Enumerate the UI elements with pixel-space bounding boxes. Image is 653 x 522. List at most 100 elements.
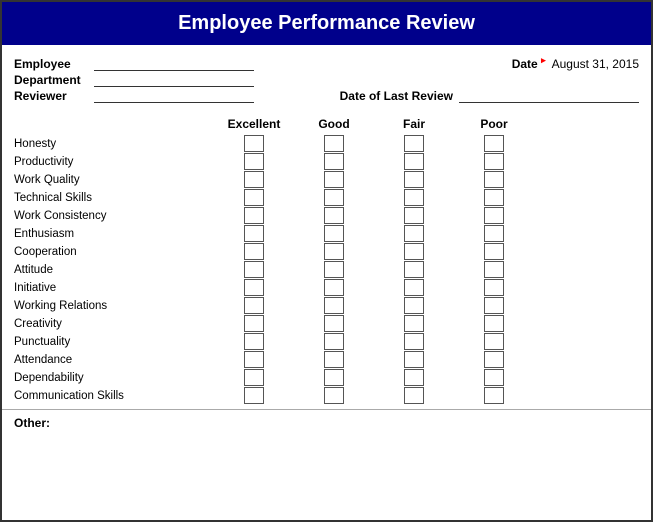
last-review-input[interactable] bbox=[459, 89, 639, 103]
rating-checkbox[interactable] bbox=[244, 189, 264, 206]
rating-checkbox[interactable] bbox=[484, 207, 504, 224]
rating-checkbox[interactable] bbox=[404, 279, 424, 296]
rating-checkbox[interactable] bbox=[484, 189, 504, 206]
rating-checkbox[interactable] bbox=[244, 135, 264, 152]
good-column bbox=[294, 135, 374, 405]
col-good: Good bbox=[294, 117, 374, 131]
col-poor: Poor bbox=[454, 117, 534, 131]
criteria-item: Technical Skills bbox=[14, 189, 214, 207]
form-section: Employee Date ▸ August 31, 2015 Departme… bbox=[2, 45, 651, 109]
rating-checkbox[interactable] bbox=[244, 243, 264, 260]
rating-checkbox[interactable] bbox=[244, 297, 264, 314]
rating-checkbox[interactable] bbox=[484, 315, 504, 332]
date-anchor: ▸ bbox=[541, 55, 546, 65]
rating-checkbox[interactable] bbox=[324, 261, 344, 278]
rating-checkbox[interactable] bbox=[484, 225, 504, 242]
criteria-item: Communication Skills bbox=[14, 387, 214, 405]
rating-checkbox[interactable] bbox=[324, 153, 344, 170]
criteria-item: Punctuality bbox=[14, 333, 214, 351]
reviewer-label: Reviewer bbox=[14, 89, 94, 103]
rating-checkbox[interactable] bbox=[484, 171, 504, 188]
rating-checkbox[interactable] bbox=[244, 207, 264, 224]
rating-checkbox[interactable] bbox=[404, 369, 424, 386]
ratings-header: Excellent Good Fair Poor bbox=[14, 117, 639, 131]
criteria-item: Working Relations bbox=[14, 297, 214, 315]
rating-checkbox[interactable] bbox=[404, 387, 424, 404]
rating-checkbox[interactable] bbox=[324, 315, 344, 332]
col-fair: Fair bbox=[374, 117, 454, 131]
rating-checkbox[interactable] bbox=[244, 279, 264, 296]
last-review-label: Date of Last Review bbox=[340, 89, 453, 103]
criteria-item: Dependability bbox=[14, 369, 214, 387]
rating-checkbox[interactable] bbox=[484, 153, 504, 170]
employee-input[interactable] bbox=[94, 57, 254, 71]
rating-checkbox[interactable] bbox=[324, 333, 344, 350]
rating-checkbox[interactable] bbox=[484, 351, 504, 368]
date-label: Date ▸ bbox=[512, 55, 546, 71]
rating-checkbox[interactable] bbox=[404, 153, 424, 170]
poor-column bbox=[454, 135, 534, 405]
rating-checkbox[interactable] bbox=[244, 225, 264, 242]
ratings-section: Excellent Good Fair Poor HonestyProducti… bbox=[2, 117, 651, 405]
rating-checkbox[interactable] bbox=[324, 387, 344, 404]
rating-checkbox[interactable] bbox=[324, 135, 344, 152]
rating-checkbox[interactable] bbox=[244, 369, 264, 386]
rating-checkbox[interactable] bbox=[324, 351, 344, 368]
rating-checkbox[interactable] bbox=[324, 207, 344, 224]
rating-checkbox[interactable] bbox=[404, 297, 424, 314]
rating-checkbox[interactable] bbox=[404, 315, 424, 332]
reviewer-input[interactable] bbox=[94, 89, 254, 103]
rating-checkbox[interactable] bbox=[404, 261, 424, 278]
rating-checkbox[interactable] bbox=[404, 351, 424, 368]
criteria-item: Attendance bbox=[14, 351, 214, 369]
rating-checkbox[interactable] bbox=[324, 279, 344, 296]
employee-label: Employee bbox=[14, 57, 94, 71]
rating-checkbox[interactable] bbox=[244, 351, 264, 368]
reviewer-row: Reviewer Date of Last Review bbox=[14, 89, 639, 103]
rating-checkbox[interactable] bbox=[484, 297, 504, 314]
rating-checkbox[interactable] bbox=[484, 243, 504, 260]
date-section: Date ▸ August 31, 2015 bbox=[512, 55, 639, 71]
date-value: August 31, 2015 bbox=[552, 57, 639, 71]
rating-checkbox[interactable] bbox=[324, 297, 344, 314]
rating-checkbox[interactable] bbox=[484, 369, 504, 386]
last-review-section: Date of Last Review bbox=[340, 89, 639, 103]
rating-checkbox[interactable] bbox=[324, 189, 344, 206]
rating-checkbox[interactable] bbox=[244, 333, 264, 350]
rating-checkbox[interactable] bbox=[324, 225, 344, 242]
rating-checkbox[interactable] bbox=[244, 171, 264, 188]
rating-checkbox[interactable] bbox=[404, 243, 424, 260]
department-row: Department bbox=[14, 73, 639, 87]
rating-checkbox[interactable] bbox=[404, 135, 424, 152]
rating-checkbox[interactable] bbox=[244, 387, 264, 404]
rating-checkbox[interactable] bbox=[324, 243, 344, 260]
rating-checkbox[interactable] bbox=[484, 387, 504, 404]
rating-checkbox[interactable] bbox=[244, 261, 264, 278]
criteria-item: Enthusiasm bbox=[14, 225, 214, 243]
fair-column bbox=[374, 135, 454, 405]
rating-checkbox[interactable] bbox=[404, 225, 424, 242]
criteria-item: Attitude bbox=[14, 261, 214, 279]
rating-checkbox[interactable] bbox=[404, 207, 424, 224]
rating-checkbox[interactable] bbox=[244, 315, 264, 332]
employee-row: Employee Date ▸ August 31, 2015 bbox=[14, 55, 639, 71]
criteria-column: HonestyProductivityWork QualityTechnical… bbox=[14, 135, 214, 405]
criteria-item: Initiative bbox=[14, 279, 214, 297]
rating-checkbox[interactable] bbox=[244, 153, 264, 170]
rating-checkbox[interactable] bbox=[404, 333, 424, 350]
rating-checkbox[interactable] bbox=[484, 333, 504, 350]
excellent-column bbox=[214, 135, 294, 405]
criteria-item: Work Consistency bbox=[14, 207, 214, 225]
other-section: Other: bbox=[2, 409, 651, 434]
rating-checkbox[interactable] bbox=[324, 171, 344, 188]
criteria-item: Creativity bbox=[14, 315, 214, 333]
criteria-item: Work Quality bbox=[14, 171, 214, 189]
rating-checkbox[interactable] bbox=[324, 369, 344, 386]
rating-checkbox[interactable] bbox=[404, 189, 424, 206]
rating-checkbox[interactable] bbox=[484, 261, 504, 278]
criteria-item: Productivity bbox=[14, 153, 214, 171]
department-input[interactable] bbox=[94, 73, 254, 87]
rating-checkbox[interactable] bbox=[484, 135, 504, 152]
rating-checkbox[interactable] bbox=[484, 279, 504, 296]
rating-checkbox[interactable] bbox=[404, 171, 424, 188]
